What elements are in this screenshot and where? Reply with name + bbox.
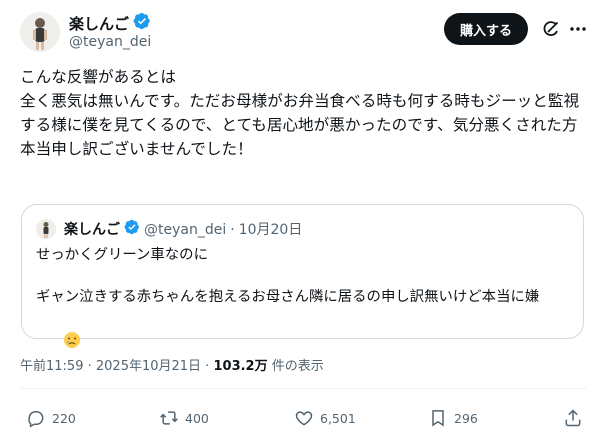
share-button[interactable] bbox=[563, 408, 583, 428]
verified-badge-icon bbox=[133, 12, 151, 35]
post-line: こんな反響があるとは bbox=[20, 68, 176, 86]
view-count: 103.2万 bbox=[213, 359, 268, 374]
author-name[interactable]: 楽しんご bbox=[69, 14, 129, 34]
post-text: こんな反響があるとは 全く悪気は無いんです。ただお母様がお弁当食べる時も何する時… bbox=[20, 65, 590, 161]
quoted-header: 楽しんご @teyan_dei · 10月20日 bbox=[64, 219, 302, 241]
quoted-blank-line bbox=[36, 266, 576, 287]
like-count: 6,501 bbox=[320, 410, 356, 426]
author-avatar[interactable] bbox=[20, 12, 60, 52]
quoted-author-name: 楽しんご bbox=[64, 222, 120, 238]
reply-button[interactable]: 220 bbox=[26, 408, 76, 428]
quoted-separator: · bbox=[230, 222, 235, 238]
more-options-icon[interactable] bbox=[567, 18, 589, 40]
post-time[interactable]: 午前11:59 bbox=[20, 359, 83, 374]
author-handle[interactable]: @teyan_dei bbox=[69, 33, 151, 51]
post-line: 全く悪気は無いんです。ただお母様がお弁当食べる時も何する時もジーッと監視する様に… bbox=[20, 92, 580, 158]
bookmark-button[interactable]: 296 bbox=[428, 408, 478, 428]
repost-button[interactable]: 400 bbox=[159, 408, 209, 428]
quoted-date: 10月20日 bbox=[238, 222, 303, 238]
meta-separator: · bbox=[205, 359, 210, 374]
quoted-author-avatar bbox=[36, 219, 56, 239]
bookmark-icon bbox=[432, 410, 444, 427]
bookmark-count: 296 bbox=[454, 410, 478, 426]
reply-icon bbox=[28, 411, 44, 428]
heart-icon bbox=[295, 411, 313, 426]
view-count-label: 件の表示 bbox=[271, 359, 324, 374]
like-button[interactable]: 6,501 bbox=[294, 408, 356, 428]
repost-icon bbox=[160, 411, 178, 425]
grok-icon[interactable] bbox=[541, 19, 561, 39]
author-name-row[interactable]: 楽しんご bbox=[69, 12, 151, 35]
repost-count: 400 bbox=[185, 410, 209, 426]
post-meta: 午前11:59 · 2025年10月21日 · 103.2万 件の表示 bbox=[20, 358, 324, 376]
verified-badge-icon bbox=[124, 219, 140, 241]
meta-separator: · bbox=[87, 359, 92, 374]
quoted-line: ギャン泣きする赤ちゃんを抱えるお母さん隣に居るの申し訳無いけど本当に嫌 bbox=[36, 289, 540, 305]
divider bbox=[20, 388, 587, 389]
buy-button[interactable]: 購入する bbox=[444, 13, 528, 45]
post-date[interactable]: 2025年10月21日 bbox=[96, 359, 201, 374]
quoted-post[interactable]: 楽しんご @teyan_dei · 10月20日 せっかくグリーン車なのに ギャ… bbox=[21, 204, 584, 348]
quoted-handle: @teyan_dei bbox=[144, 222, 227, 238]
reply-count: 220 bbox=[52, 410, 76, 426]
share-icon bbox=[565, 409, 581, 427]
quoted-line: せっかくグリーン車なのに bbox=[36, 247, 208, 263]
